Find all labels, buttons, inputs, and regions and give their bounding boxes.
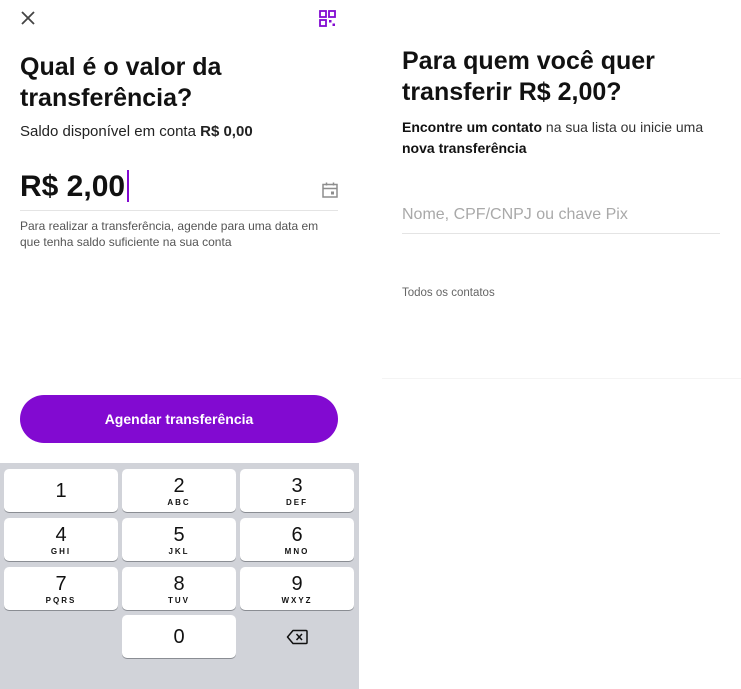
qr-code-icon [318,9,336,27]
close-button[interactable] [16,6,40,30]
key-letters: PQRS [45,595,77,605]
amount-underline [20,210,338,211]
key-2[interactable]: 2 ABC [122,469,236,512]
key-digit: 6 [291,523,303,546]
backspace-key[interactable] [240,615,354,658]
amount-screen: Qual é o valor da transferência? Saldo d… [0,0,359,689]
page-title: Qual é o valor da transferência? [20,52,340,114]
key-letters: JKL [168,546,190,556]
key-letters: ABC [167,497,191,507]
key-9[interactable]: 9 WXYZ [240,567,354,610]
section-divider [382,378,741,379]
key-1[interactable]: 1 [4,469,118,512]
new-transfer-text: nova transferência [402,140,527,156]
key-8[interactable]: 8 TUV [122,567,236,610]
close-icon [21,11,35,25]
title-line: Para quem você quer [402,47,655,75]
find-contact-text: Encontre um contato [402,119,543,135]
key-7[interactable]: 7 PQRS [4,567,118,610]
key-6[interactable]: 6 MNO [240,518,354,561]
key-digit: 4 [55,523,67,546]
key-letters: WXYZ [281,595,313,605]
key-digit: 1 [55,479,67,502]
backspace-icon [286,629,308,644]
key-5[interactable]: 5 JKL [122,518,236,561]
page-title: Para quem você quer transferir R$ 2,00? [402,46,732,108]
text-caret [127,170,130,203]
recipient-search-input[interactable] [402,200,720,230]
key-digit: 8 [173,572,185,595]
instruction-text: na sua lista ou inicie uma [542,119,704,135]
amount-input[interactable]: R$ 2,00 [20,170,130,204]
key-digit: 3 [291,474,303,497]
recipient-screen: Para quem você quer transferir R$ 2,00? … [382,0,741,689]
key-0[interactable]: 0 [122,615,236,658]
key-digit: 7 [55,572,67,595]
key-letters: GHI [50,546,72,556]
key-letters: DEF [286,497,308,507]
qr-code-button[interactable] [315,6,339,30]
title-line: transferência? [20,84,193,112]
key-letters: MNO [284,546,310,556]
recipient-instructions: Encontre um contato na sua lista ou inic… [402,117,722,159]
schedule-hint: Para realizar a transferência, agende pa… [20,219,319,249]
calendar-icon [322,182,338,198]
key-4[interactable]: 4 GHI [4,518,118,561]
panel-gap [359,0,382,689]
title-line: Qual é o valor da [20,53,222,81]
numeric-keypad: 1 2 ABC 3 DEF 4 GHI 5 JKL 6 MNO 7 PQRS 8… [0,463,359,689]
balance-label: Saldo disponível em conta [20,123,196,140]
schedule-date-button[interactable] [318,178,342,202]
key-digit: 9 [291,572,303,595]
schedule-transfer-button[interactable]: Agendar transferência [20,395,338,443]
key-digit: 5 [173,523,185,546]
search-underline [402,233,720,234]
available-balance: Saldo disponível em conta R$ 0,00 [20,123,253,140]
amount-value: R$ 2,00 [20,170,126,203]
all-contacts-label: Todos os contatos [402,287,495,299]
key-digit: 2 [173,474,185,497]
title-line: transferir R$ 2,00? [402,78,622,106]
key-letters: TUV [168,595,190,605]
balance-value: R$ 0,00 [200,123,253,140]
key-digit: 0 [173,625,185,648]
key-3[interactable]: 3 DEF [240,469,354,512]
